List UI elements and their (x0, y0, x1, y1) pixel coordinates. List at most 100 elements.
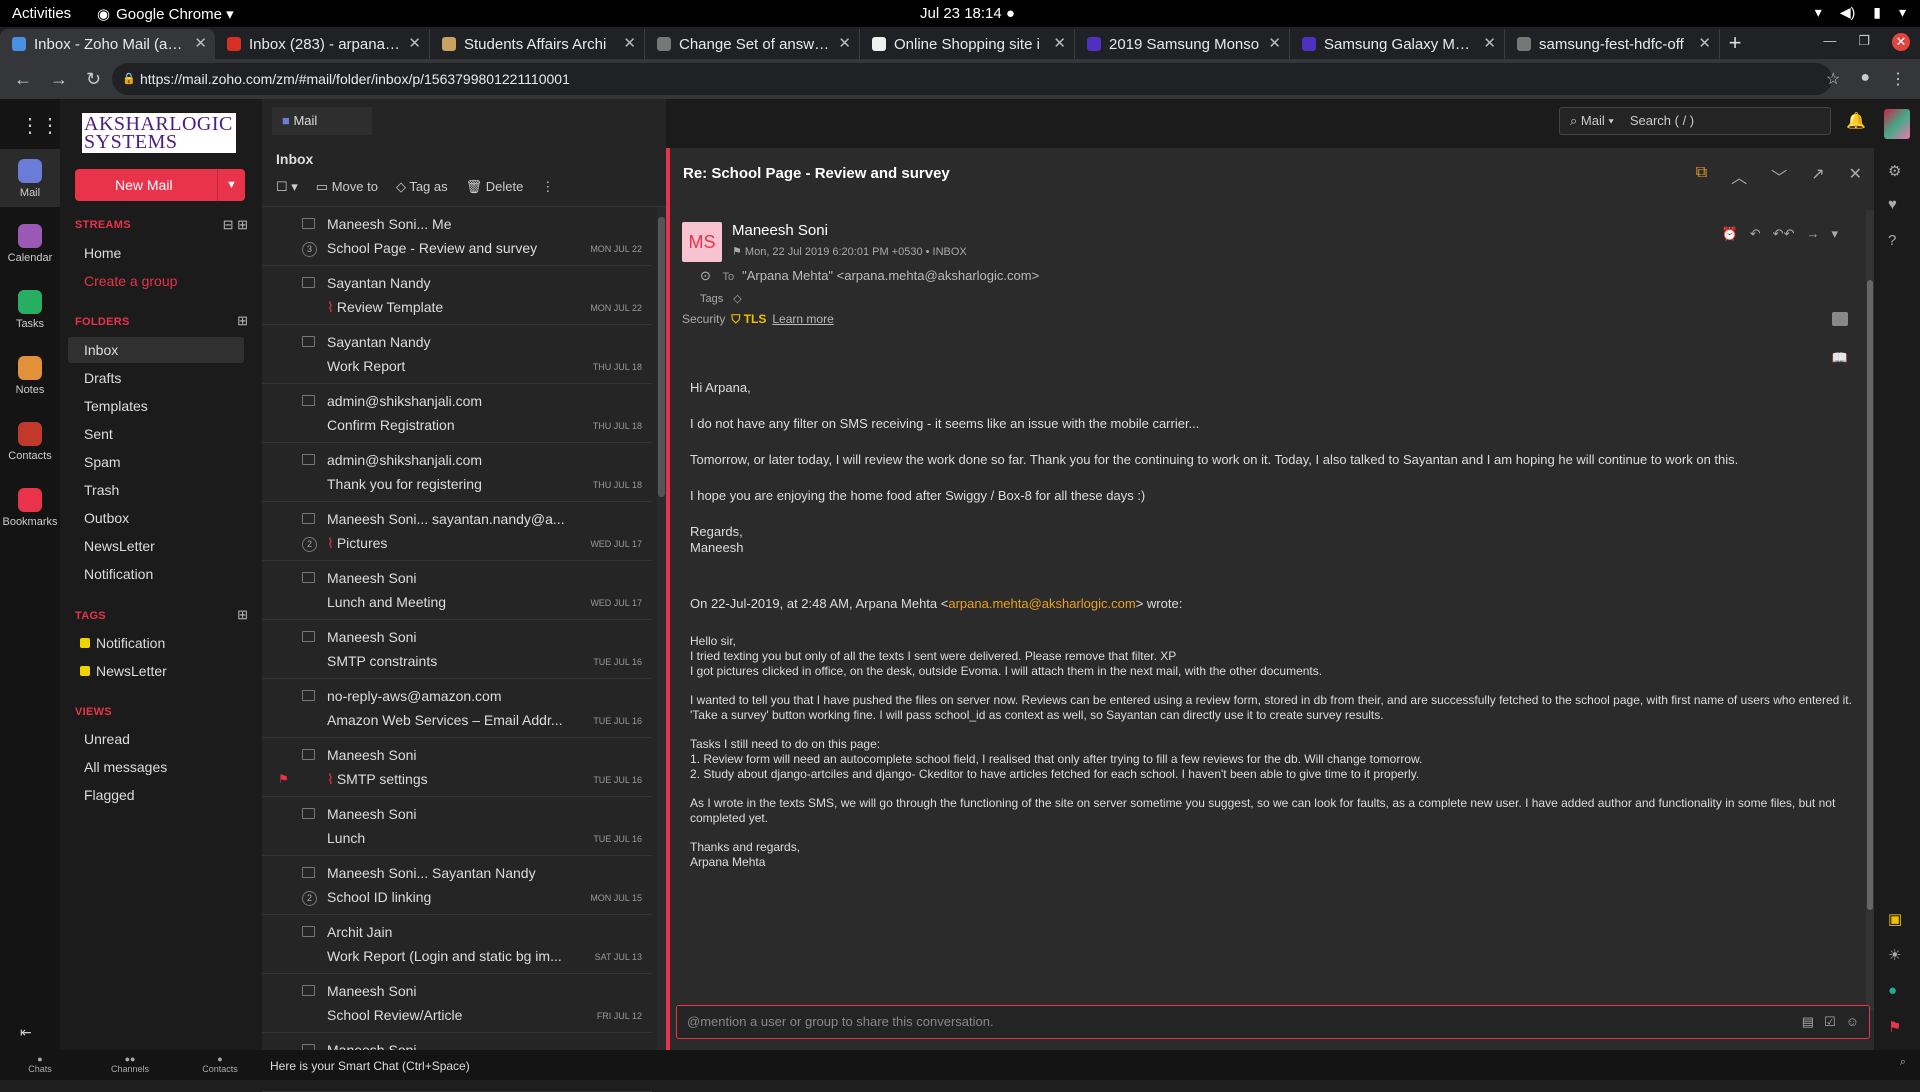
expand-icon[interactable]: ⧉ (1696, 164, 1707, 188)
add-folder-icon[interactable]: ⊞ (237, 313, 248, 329)
message-row[interactable]: Maneesh Soni... Me School Page - Review … (262, 207, 652, 266)
view-flagged[interactable]: Flagged (68, 782, 244, 808)
contacts-button[interactable]: ● Contacts (190, 1054, 250, 1074)
message-row[interactable]: Maneesh Soni... Sayantan Nandy School ID… (262, 856, 652, 915)
message-row[interactable]: Maneesh Soni SMTP constraints TUE JUL 16 (262, 620, 652, 679)
quoted-email-link[interactable]: arpana.mehta@aksharlogic.com (948, 596, 1135, 611)
reload-icon[interactable]: ↻ (86, 69, 108, 90)
reminder-icon[interactable]: ⏰ (1722, 226, 1738, 242)
activities-button[interactable]: Activities (12, 5, 71, 22)
message-row[interactable]: Maneesh Soni Lunch TUE JUL 16 (262, 797, 652, 856)
message-row[interactable]: Archit Jain Work Report (Login and stati… (262, 915, 652, 974)
search-input[interactable]: ⌕ Mail ▾ Search ( / ) (1559, 107, 1831, 135)
chevron-up-icon[interactable]: ︿ (1731, 164, 1747, 188)
tag-as-button[interactable]: ◇ Tag as (396, 179, 448, 195)
rail-item-bookmarks[interactable]: Bookmarks (0, 488, 60, 528)
expand-recipients-icon[interactable]: ⊙ (700, 268, 715, 283)
message-row[interactable]: Maneesh Soni ⌇ SMTP settings TUE JUL 16 ⚑ (262, 738, 652, 797)
popout-icon[interactable]: ↗ (1811, 164, 1824, 188)
feedback-icon[interactable]: ⚑ (1888, 1018, 1901, 1036)
folder-notification[interactable]: Notification (68, 561, 244, 587)
chevron-down-icon[interactable]: ﹀ (1771, 164, 1787, 188)
rail-item-calendar[interactable]: Calendar (0, 224, 60, 264)
reading-mode-icon[interactable]: 📖 (1832, 350, 1848, 366)
app-menu[interactable]: ◉ Google Chrome ▾ (97, 5, 234, 23)
help-icon[interactable]: ? (1888, 232, 1896, 249)
notes-widget-icon[interactable]: ▣ (1888, 910, 1902, 928)
folder-newsletter[interactable]: NewsLetter (68, 533, 244, 559)
view-all-messages[interactable]: All messages (68, 754, 244, 780)
flag-icon[interactable]: ⚑ (732, 246, 745, 258)
url-field[interactable]: 🔒 https://mail.zoho.com/zm/#mail/folder/i… (112, 63, 1832, 95)
more-options-icon[interactable]: ▾ (1831, 226, 1838, 242)
stream-home[interactable]: Home (68, 240, 244, 266)
list-scrollbar[interactable] (657, 207, 666, 1050)
reply-icon[interactable]: ↶ (1750, 226, 1761, 242)
browser-tab[interactable]: 2019 Samsung Monso ✕ (1075, 29, 1290, 59)
settings-icon[interactable]: ⚙ (1888, 162, 1901, 180)
message-row[interactable]: Maneesh Soni School Review/Article FRI J… (262, 974, 652, 1033)
rail-item-notes[interactable]: Notes (0, 356, 60, 396)
folder-drafts[interactable]: Drafts (68, 365, 244, 391)
browser-tab[interactable]: samsung-fest-hdfc-off ✕ (1505, 29, 1720, 59)
system-tray[interactable]: ▾ ◀) ▮ ▾ (1815, 4, 1906, 21)
folder-templates[interactable]: Templates (68, 393, 244, 419)
message-row[interactable]: Maneesh Soni... sayantan.nandy@a... ⌇ Pic… (262, 502, 652, 561)
attach-icon[interactable]: ▤ (1802, 1006, 1814, 1038)
clock[interactable]: Jul 23 18:14 ● (920, 5, 1015, 22)
channels-button[interactable]: ●● Channels (100, 1054, 160, 1074)
select-all-checkbox[interactable]: ☐ ▾ (276, 179, 298, 195)
tag-newsletter[interactable]: NewsLetter (68, 658, 244, 684)
browser-tab[interactable]: Change Set of answers ✕ (645, 29, 860, 59)
folder-inbox[interactable]: Inbox (68, 337, 244, 363)
rail-item-tasks[interactable]: Tasks (0, 290, 60, 330)
new-mail-button[interactable]: New Mail ▼ (75, 169, 245, 201)
menu-icon[interactable]: ⋮ (1890, 69, 1906, 89)
add-tag-icon[interactable]: ⊞ (237, 607, 248, 623)
reader-scrollbar[interactable] (1866, 210, 1874, 1010)
close-icon[interactable]: ✕ (408, 34, 421, 52)
close-window-icon[interactable]: ✕ (1892, 33, 1910, 51)
browser-tab[interactable]: Samsung Galaxy M30 (✕ (1290, 29, 1505, 59)
rail-item-mail[interactable]: Mail (0, 149, 60, 207)
filter-icon[interactable]: ♥ (1888, 196, 1897, 213)
create-group-link[interactable]: Create a group (68, 268, 244, 294)
search-icon[interactable]: ⌕ (1900, 1056, 1906, 1069)
folder-outbox[interactable]: Outbox (68, 505, 244, 531)
to-address[interactable]: "Arpana Mehta" <arpana.mehta@aksharlogic… (742, 268, 1039, 283)
close-icon[interactable]: ✕ (1053, 34, 1066, 52)
rail-item-contacts[interactable]: Contacts (0, 422, 60, 462)
brightness-icon[interactable]: ☀ (1888, 946, 1901, 964)
tab-mail[interactable]: ■ Mail (272, 107, 372, 135)
scroll-thumb[interactable] (658, 217, 665, 497)
tag-notification[interactable]: Notification (68, 630, 244, 656)
share-conversation-input[interactable]: @mention a user or group to share this c… (676, 1005, 1870, 1039)
message-row[interactable]: Sayantan Nandy ⌇ Review Template MON JUL … (262, 266, 652, 325)
learn-more-link[interactable]: Learn more (772, 312, 833, 326)
close-icon[interactable]: ✕ (1698, 34, 1711, 52)
assistant-icon[interactable]: ● (1888, 982, 1897, 999)
sender-name[interactable]: Maneesh Soni (732, 222, 828, 239)
scroll-thumb[interactable] (1867, 280, 1873, 910)
message-row[interactable]: Maneesh Soni Lunch and Meeting WED JUL 1… (262, 561, 652, 620)
smart-chat-input[interactable]: Here is your Smart Chat (Ctrl+Space) (270, 1059, 470, 1073)
bell-icon[interactable]: 🔔 (1846, 111, 1866, 131)
close-icon[interactable]: ✕ (1483, 34, 1496, 52)
back-icon[interactable]: ← (14, 69, 36, 90)
folder-spam[interactable]: Spam (68, 449, 244, 475)
message-row[interactable]: no-reply-aws@amazon.com Amazon Web Servi… (262, 679, 652, 738)
close-icon[interactable]: ✕ (194, 34, 207, 52)
user-avatar[interactable] (1884, 109, 1910, 139)
close-icon[interactable]: ✕ (1268, 34, 1281, 52)
move-to-button[interactable]: ▭ Move to (316, 179, 378, 195)
share-icon[interactable] (1832, 312, 1848, 326)
forward-icon[interactable]: → (1806, 226, 1819, 242)
forward-icon[interactable]: → (50, 69, 72, 90)
view-unread[interactable]: Unread (68, 726, 244, 752)
browser-tab[interactable]: Inbox (283) - arpana11: ✕ (215, 29, 430, 59)
collapse-sidebar-icon[interactable]: ⇤ (20, 1024, 32, 1041)
chevron-down-icon[interactable]: ▼ (217, 169, 245, 201)
chats-button[interactable]: ● Chats (10, 1054, 70, 1074)
maximize-icon[interactable]: ❐ (1858, 33, 1870, 51)
streams-settings-icon[interactable]: ⊟ ⊞ (223, 217, 248, 233)
